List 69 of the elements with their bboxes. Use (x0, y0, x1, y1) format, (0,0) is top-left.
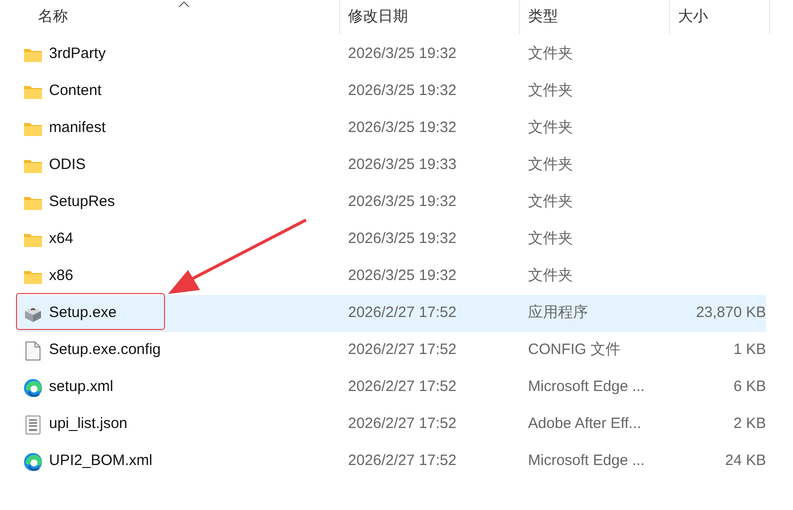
file-type: 文件夹 (527, 192, 574, 212)
file-row[interactable]: 3rdParty 2026/3/25 19:32 文件夹 (16, 36, 766, 73)
file-type: 文件夹 (527, 81, 574, 102)
installer-box-icon (22, 304, 42, 322)
file-type: Microsoft Edge ... (527, 377, 646, 398)
file-row[interactable]: x86 2026/3/25 19:32 文件夹 (16, 258, 766, 295)
modified-date: 2026/2/27 17:52 (347, 377, 458, 398)
file-type: Adobe After Eff... (527, 414, 642, 434)
file-size: 1 KB (732, 340, 766, 360)
file-type: Microsoft Edge ... (527, 451, 646, 472)
modified-date: 2026/2/27 17:52 (347, 451, 458, 472)
file-size: 23,870 KB (694, 303, 766, 324)
file-size: 24 KB (724, 451, 766, 472)
folder-icon (22, 194, 42, 210)
file-row[interactable]: x64 2026/3/25 19:32 文件夹 (16, 221, 766, 258)
folder-icon (22, 268, 42, 284)
column-header[interactable]: 大小 (670, 0, 770, 34)
file-name: Setup.exe.config (49, 340, 161, 360)
file-row[interactable]: ODIS 2026/3/25 19:33 文件夹 (16, 147, 766, 184)
folder-icon (22, 232, 42, 248)
modified-date: 2026/3/25 19:33 (347, 155, 458, 176)
file-name: x64 (49, 229, 74, 250)
file-row[interactable]: SetupRes 2026/3/25 19:32 文件夹 (16, 184, 766, 221)
file-type: 应用程序 (527, 303, 589, 324)
file-name: setup.xml (49, 377, 114, 398)
column-header[interactable]: 修改日期 (340, 0, 520, 34)
file-name: Setup.exe (49, 303, 117, 324)
file-row[interactable]: Setup.exe 2026/2/27 17:52 应用程序 23,870 KB (16, 295, 766, 332)
file-name: UPI2_BOM.xml (49, 451, 152, 472)
file-icon (24, 340, 40, 360)
json-file-icon (24, 414, 40, 434)
file-size: 2 KB (732, 414, 766, 434)
column-header[interactable]: 名称 (0, 0, 340, 34)
modified-date: 2026/2/27 17:52 (347, 303, 458, 324)
file-type: 文件夹 (527, 266, 574, 286)
file-row[interactable]: upi_list.json 2026/2/27 17:52 Adobe After Eff... 2 KB (16, 406, 766, 443)
file-name: SetupRes (49, 192, 115, 212)
file-name: x86 (49, 266, 74, 286)
browser-logo-icon (22, 378, 42, 398)
modified-date: 2026/2/27 17:52 (347, 340, 458, 360)
file-type: 文件夹 (527, 44, 574, 64)
file-type: 文件夹 (527, 229, 574, 250)
file-row[interactable]: setup.xml 2026/2/27 17:52 Microsoft Edge ... 6 KB (16, 369, 766, 406)
file-size: 6 KB (732, 377, 766, 398)
modified-date: 2026/3/25 19:32 (347, 229, 458, 250)
modified-date: 2026/3/25 19:32 (347, 266, 458, 286)
file-name: manifest (49, 118, 106, 138)
browser-logo-icon (22, 452, 42, 472)
folder-icon (22, 84, 42, 100)
folder-icon (22, 158, 42, 174)
file-row[interactable]: UPI2_BOM.xml 2026/2/27 17:52 Microsoft Edge ... 24 KB (16, 443, 766, 480)
file-row[interactable]: Setup.exe.config 2026/2/27 17:52 CONFIG 文件 1 KB (16, 332, 766, 369)
folder-icon (22, 120, 42, 136)
modified-date: 2026/3/25 19:32 (347, 192, 458, 212)
modified-date: 2026/2/27 17:52 (347, 414, 458, 434)
file-name: 3rdParty (49, 44, 106, 64)
modified-date: 2026/3/25 19:32 (347, 44, 458, 64)
file-type: 文件夹 (527, 155, 574, 176)
modified-date: 2026/3/25 19:32 (347, 81, 458, 102)
file-row[interactable]: manifest 2026/3/25 19:32 文件夹 (16, 110, 766, 147)
file-name: upi_list.json (49, 414, 128, 434)
file-name: Content (49, 81, 102, 102)
folder-icon (22, 46, 42, 62)
column-header[interactable]: 类型 (520, 0, 670, 34)
file-name: ODIS (49, 155, 86, 176)
file-type: 文件夹 (527, 118, 574, 138)
file-row[interactable]: Content 2026/3/25 19:32 文件夹 (16, 73, 766, 110)
modified-date: 2026/3/25 19:32 (347, 118, 458, 138)
file-type: CONFIG 文件 (527, 340, 622, 360)
